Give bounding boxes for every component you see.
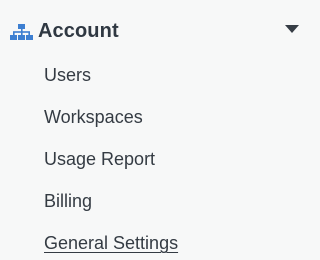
nav-item-label: Billing (44, 191, 93, 211)
nav-item-label: Users (44, 65, 92, 85)
nav-item-usage-report[interactable]: Usage Report (0, 142, 320, 184)
nav-item-label: General Settings (44, 233, 179, 253)
nav-item-users[interactable]: Users (0, 58, 320, 100)
sitemap-icon (10, 24, 33, 40)
section-title: Account (38, 20, 119, 42)
nav-item-label: Usage Report (44, 149, 156, 169)
nav-item-label: Workspaces (44, 107, 143, 127)
caret-down-icon[interactable] (285, 25, 299, 33)
account-nav-section: Account Users Workspaces Usage Report Bi… (0, 0, 320, 260)
account-nav-list: Users Workspaces Usage Report Billing Ge… (0, 58, 320, 260)
nav-item-workspaces[interactable]: Workspaces (0, 100, 320, 142)
nav-item-general-settings[interactable]: General Settings (0, 226, 320, 260)
account-section-header[interactable]: Account (0, 0, 320, 58)
nav-item-billing[interactable]: Billing (0, 184, 320, 226)
